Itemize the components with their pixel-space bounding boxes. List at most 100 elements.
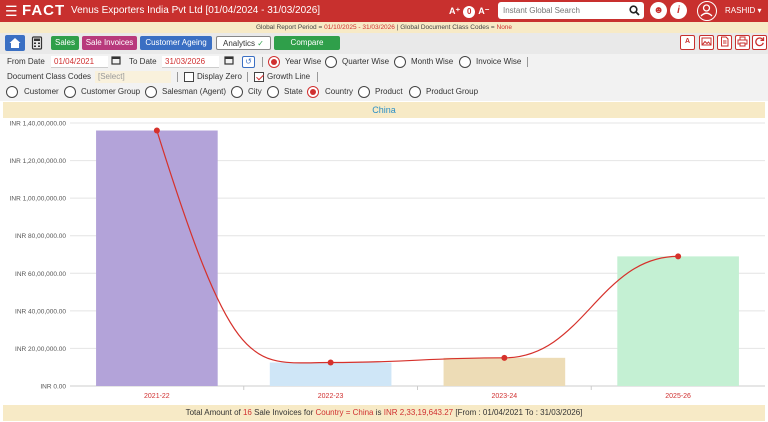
dim-state-radio[interactable] — [267, 86, 279, 98]
home-button[interactable] — [5, 35, 25, 51]
refresh-icon[interactable] — [752, 35, 767, 50]
period-quarter-label[interactable]: Quarter Wise — [342, 55, 389, 69]
search-icon[interactable] — [629, 5, 640, 18]
app-logo: FACT — [22, 2, 66, 19]
period-quarter-radio[interactable] — [325, 56, 337, 68]
summary-text-2: Sale Invoices for — [251, 408, 316, 417]
dim-product-radio[interactable] — [358, 86, 370, 98]
user-menu[interactable]: RASHID ▾ — [725, 5, 761, 17]
dim-product-label[interactable]: Product — [375, 85, 403, 99]
period-month-radio[interactable] — [394, 56, 406, 68]
font-reset-button[interactable]: 0 — [463, 6, 476, 18]
dim-customer-group-label[interactable]: Customer Group — [81, 85, 140, 99]
image-export-icon[interactable] — [699, 35, 714, 50]
user-name: RASHID — [725, 6, 756, 15]
top-bar: ☰ FACT Venus Exporters India Pvt Ltd [01… — [0, 0, 768, 22]
growth-line-label[interactable]: Growth Line — [267, 70, 310, 84]
period-invoice-radio[interactable] — [459, 56, 471, 68]
to-calendar-icon[interactable] — [224, 55, 234, 70]
bar-chart: INR 0.00 INR 20,00,000.00 INR 40,00,000.00… — [10, 121, 765, 400]
analytics-dropdown[interactable]: Analytics ✓ — [216, 36, 271, 50]
growth-point — [153, 127, 160, 134]
document-class-row: Document Class Codes [Select] Display Ze… — [0, 70, 768, 84]
dim-customer-group-radio[interactable] — [64, 86, 76, 98]
dim-salesman-radio[interactable] — [145, 86, 157, 98]
report-period-label: Global Report Period = — [255, 24, 325, 31]
info-icon[interactable]: i — [670, 2, 687, 19]
from-calendar-icon[interactable] — [111, 55, 121, 70]
growth-line-checkbox[interactable] — [254, 72, 264, 82]
doc-class-select[interactable]: [Select] — [95, 71, 171, 83]
doc-class-label: Global Document Class Codes = — [400, 24, 497, 31]
dim-salesman-label[interactable]: Salesman (Agent) — [162, 85, 226, 99]
dim-state-label[interactable]: State — [284, 85, 303, 99]
global-search-input[interactable] — [498, 2, 618, 19]
summary-text-3: is — [373, 408, 384, 417]
dim-customer-radio[interactable] — [6, 86, 18, 98]
hamburger-menu-icon[interactable]: ☰ — [5, 4, 18, 18]
y-tick-label: INR 1,20,00,000.00 — [10, 158, 67, 165]
bar — [617, 256, 739, 386]
y-tick-label: INR 60,00,000.00 — [15, 271, 66, 278]
divider — [262, 57, 263, 67]
calculator-icon[interactable] — [31, 36, 43, 50]
dim-customer-label[interactable]: Customer — [24, 85, 59, 99]
document-export-icon[interactable] — [717, 35, 732, 50]
chart-title: China — [3, 102, 765, 118]
dimension-row: Customer Customer Group Salesman (Agent)… — [0, 85, 768, 99]
growth-line — [156, 130, 679, 364]
sale-invoices-button[interactable]: Sale Invoices — [82, 36, 137, 50]
from-date-label: From Date — [7, 57, 45, 66]
compare-button[interactable]: Compare — [274, 36, 340, 50]
x-tick-label: 2025-26 — [665, 393, 691, 400]
divider — [527, 57, 528, 67]
dim-country-label[interactable]: Country — [325, 85, 353, 99]
toolbar: Sales Sale Invoices Customer Ageing Anal… — [0, 33, 768, 54]
growth-point — [675, 253, 682, 260]
y-tick-label: INR 0.00 — [40, 384, 66, 391]
global-info-bar: Global Report Period = 01/10/2025 - 31/0… — [0, 22, 768, 33]
dim-city-label[interactable]: City — [248, 85, 262, 99]
display-zero-checkbox[interactable] — [184, 72, 194, 82]
sales-button[interactable]: Sales — [51, 36, 79, 50]
display-zero-label[interactable]: Display Zero — [197, 70, 242, 84]
from-date-input[interactable]: 01/04/2021 — [51, 56, 108, 68]
to-date-label: To Date — [129, 57, 157, 66]
growth-point — [501, 354, 508, 361]
period-invoice-label[interactable]: Invoice Wise — [476, 55, 521, 69]
font-decrease-button[interactable]: A⁻ — [478, 4, 489, 18]
font-style-icon[interactable]: A — [680, 35, 695, 50]
to-date-input[interactable]: 31/03/2026 — [162, 56, 219, 68]
y-tick-label: INR 20,00,000.00 — [15, 346, 66, 353]
summary-text-1: Total Amount of — [185, 408, 243, 417]
period-month-label[interactable]: Month Wise — [411, 55, 453, 69]
mascot-icon[interactable]: ☻ — [650, 2, 667, 19]
chevron-down-icon: ✓ — [257, 39, 264, 48]
x-tick-label: 2022-23 — [318, 393, 344, 400]
divider — [177, 72, 178, 82]
doc-class-value: None — [496, 24, 513, 31]
reset-dates-icon[interactable]: ↺ — [242, 56, 255, 68]
x-tick-label: 2023-24 — [492, 393, 518, 400]
y-tick-label: INR 40,00,000.00 — [15, 308, 66, 315]
divider — [247, 72, 248, 82]
divider — [317, 72, 318, 82]
filter-panel: From Date 01/04/2021 To Date 31/03/2026 … — [0, 54, 768, 101]
doc-class-codes-label: Document Class Codes — [7, 72, 92, 81]
dim-city-radio[interactable] — [231, 86, 243, 98]
period-year-radio[interactable] — [268, 56, 280, 68]
print-icon[interactable] — [735, 35, 750, 50]
bar — [269, 362, 392, 386]
analytics-label: Analytics — [223, 39, 256, 48]
y-tick-label: INR 80,00,000.00 — [15, 233, 66, 240]
font-increase-button[interactable]: A⁺ — [449, 4, 460, 18]
period-year-label[interactable]: Year Wise — [285, 55, 321, 69]
font-size-controls: A⁺ 0 A⁻ — [449, 4, 493, 18]
customer-ageing-button[interactable]: Customer Ageing — [140, 36, 212, 50]
filter-value: Country = China — [315, 408, 374, 417]
global-search — [498, 2, 644, 19]
user-avatar-icon[interactable] — [697, 1, 717, 21]
dim-product-group-label[interactable]: Product Group — [426, 85, 478, 99]
dim-product-group-radio[interactable] — [409, 86, 421, 98]
dim-country-radio[interactable] — [307, 86, 319, 98]
